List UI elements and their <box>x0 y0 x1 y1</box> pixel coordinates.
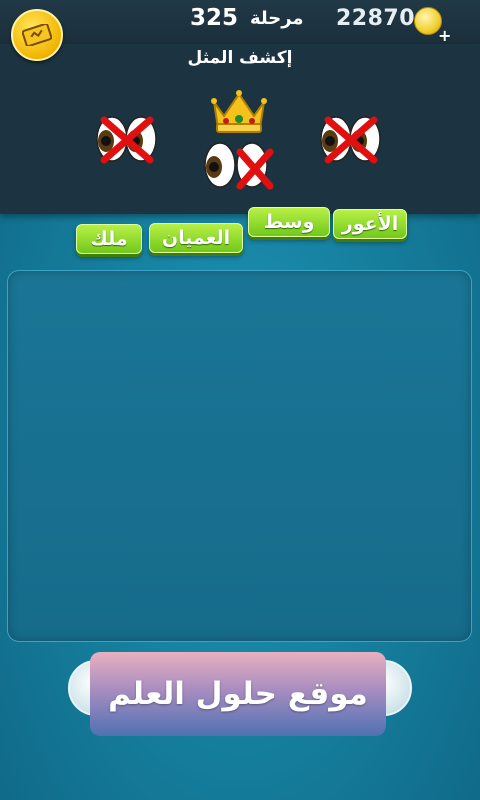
puzzle-title: إكشف المثل <box>187 48 293 68</box>
plus-icon[interactable]: + <box>438 26 451 45</box>
answer-area <box>7 270 472 642</box>
word-tile[interactable]: وسط <box>248 207 330 237</box>
word-tile[interactable]: ملك <box>76 224 142 254</box>
level-label: مرحلة <box>250 8 304 29</box>
word-tile[interactable]: الأعور <box>333 209 407 239</box>
eye-crossed-icon <box>320 116 381 164</box>
level-number: 325 <box>190 5 239 31</box>
crown-icon <box>211 90 267 133</box>
eye-open-icon <box>204 142 274 190</box>
word-tile[interactable]: العميان <box>149 223 243 253</box>
eye-crossed-icon <box>96 116 157 164</box>
hint-ticket-icon <box>22 24 52 46</box>
watermark-banner: موقع حلول العلم <box>90 652 386 736</box>
